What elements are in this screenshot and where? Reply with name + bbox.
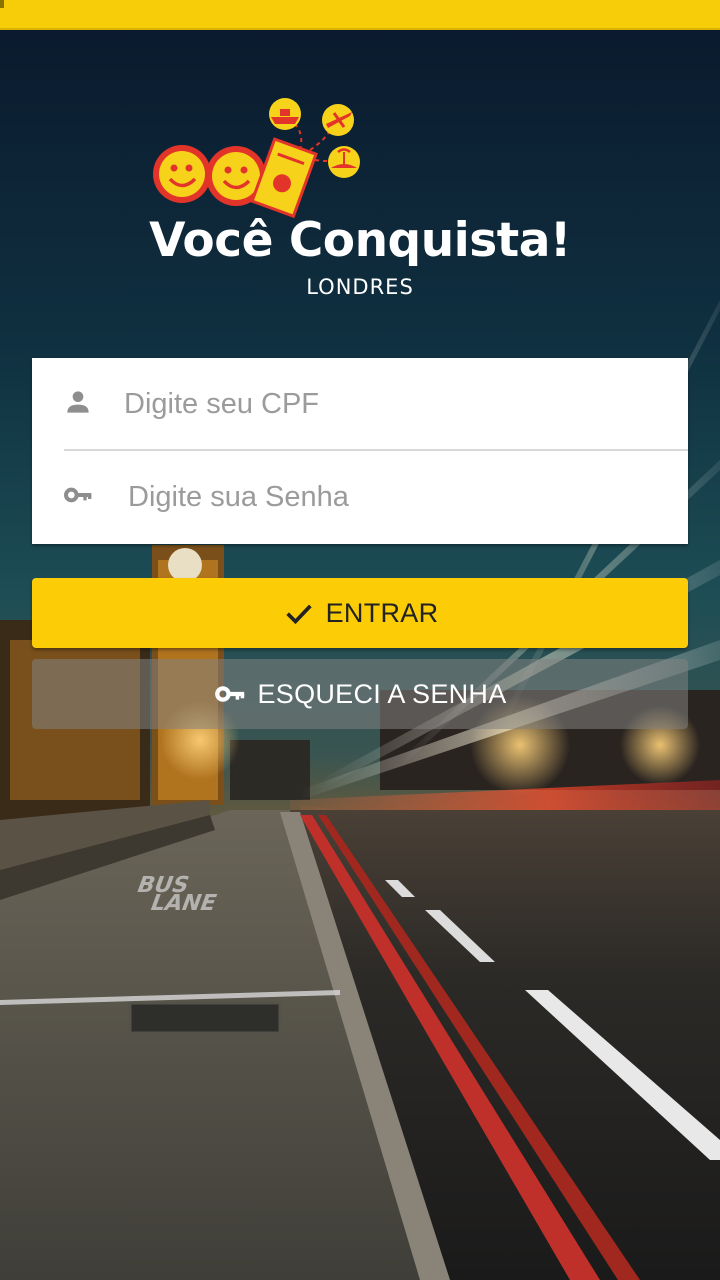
- logo-mark-icon: [153, 98, 360, 219]
- enter-button[interactable]: ENTRAR: [32, 578, 688, 648]
- password-field-row: [32, 451, 688, 544]
- svg-text:LANE: LANE: [147, 891, 221, 916]
- key-icon: [63, 487, 92, 503]
- key-icon: [215, 686, 245, 702]
- forgot-password-label: ESQUECI A SENHA: [257, 678, 507, 709]
- brand-subtitle: LONDRES: [306, 275, 414, 299]
- login-form: [32, 358, 688, 544]
- brand-logo: Você Conquista! LONDRES: [0, 95, 720, 305]
- status-bar: [0, 0, 720, 30]
- person-icon: [67, 391, 89, 413]
- brand-title: Você Conquista!: [149, 213, 571, 268]
- password-input[interactable]: [128, 471, 668, 523]
- enter-button-label: ENTRAR: [325, 597, 439, 628]
- cpf-input[interactable]: [124, 378, 664, 430]
- forgot-password-button[interactable]: ESQUECI A SENHA: [32, 659, 688, 729]
- check-icon: [285, 604, 312, 625]
- cpf-field-row: [32, 358, 688, 451]
